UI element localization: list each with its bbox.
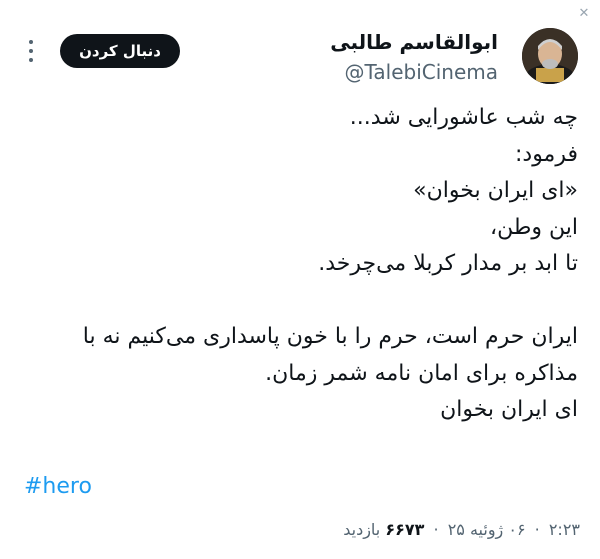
tweet-text: چه شب عاشورایی شد... فرمود: «ای ایران بخ… — [18, 100, 578, 429]
tweet-line: «ای ایران بخوان» — [413, 178, 578, 203]
tweet-line: تا ابد بر مدار کربلا می‌چرخد. — [318, 251, 578, 276]
tweet-meta: ۲:۲۳ · ۰۶ ژوئیه ۲۵ · ۶۶۷۳ بازدید — [343, 520, 580, 539]
author-handle[interactable]: @TalebiCinema — [344, 60, 498, 84]
meta-separator: · — [534, 520, 540, 539]
close-icon[interactable]: ✕ — [576, 6, 592, 22]
tweet-line: ایران حرم است، حرم را با خون پاسداری می‌… — [82, 324, 578, 349]
tweet-card: ✕ ابوالقاسم طالبی @TalebiCinema دنبال کر… — [0, 0, 600, 559]
views-label: بازدید — [343, 520, 381, 539]
meta-separator: · — [433, 520, 439, 539]
tweet-time: ۲:۲۳ — [548, 520, 580, 539]
avatar[interactable] — [522, 28, 578, 84]
author-name[interactable]: ابوالقاسم طالبی — [330, 30, 498, 54]
tweet-date: ۰۶ ژوئیه ۲۵ — [447, 520, 526, 539]
tweet-line: چه شب عاشورایی شد... — [349, 105, 578, 130]
view-count: ۶۶۷۳ — [385, 520, 425, 539]
tweet-line: مذاکره برای امان نامه شمر زمان. — [265, 360, 578, 386]
tweet-line: این وطن، — [490, 214, 578, 240]
tweet-line: ای ایران بخوان — [440, 397, 578, 422]
more-options-icon[interactable] — [28, 40, 34, 62]
follow-button[interactable]: دنبال کردن — [60, 34, 180, 68]
tweet-line: فرمود: — [514, 141, 578, 167]
hashtag-link[interactable]: #hero — [24, 474, 92, 499]
